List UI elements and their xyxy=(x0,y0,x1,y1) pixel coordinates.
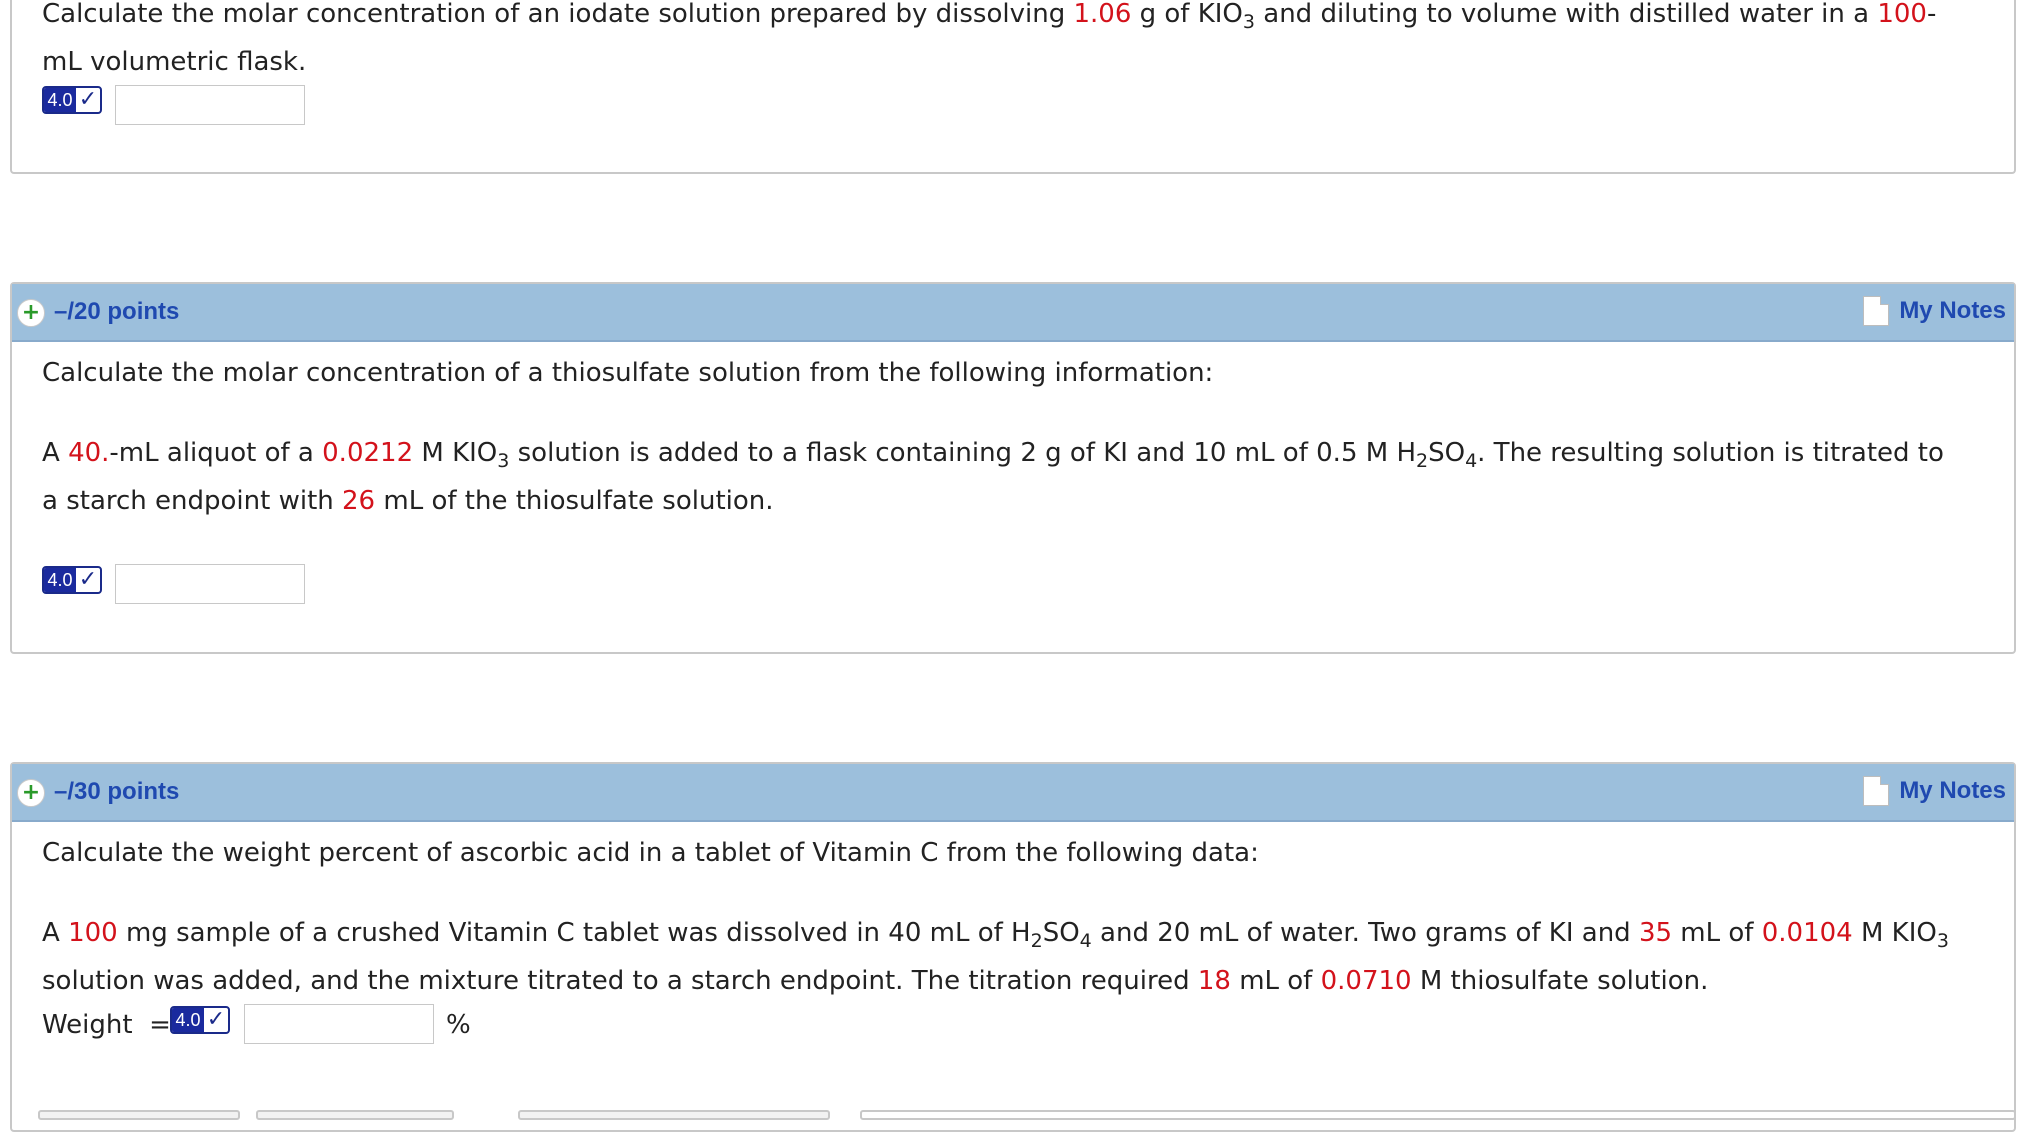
question-2-my-notes-button[interactable]: My Notes xyxy=(1863,296,2006,326)
text-run: -mL aliquot of a xyxy=(109,438,323,468)
highlighted-value: 0.0104 xyxy=(1761,918,1853,948)
text-run: mL of xyxy=(1672,918,1762,948)
footer-button-1[interactable] xyxy=(38,1110,240,1120)
question-2-header: + –/20 points My Notes xyxy=(12,284,2014,342)
check-badge-value: 4.0 xyxy=(172,1008,204,1032)
highlighted-value: 35 xyxy=(1638,918,1673,948)
text-run: SO xyxy=(1042,918,1080,948)
question-1-text-line2: mL volumetric flask. xyxy=(42,47,307,77)
subscript: 3 xyxy=(1936,930,1949,952)
highlighted-value: 100 xyxy=(1877,0,1927,29)
highlighted-value: 0.0212 xyxy=(322,438,414,468)
question-3-text-line1: A 100 mg sample of a crushed Vitamin C t… xyxy=(42,909,1949,957)
highlighted-value: 100 xyxy=(68,918,118,948)
footer-panel-edge xyxy=(860,1110,2016,1120)
checkmark-icon: ✓ xyxy=(78,567,98,592)
footer-button-2[interactable] xyxy=(256,1110,454,1120)
subscript: 4 xyxy=(1465,450,1478,472)
subscript: 3 xyxy=(497,450,510,472)
expand-plus-icon[interactable]: + xyxy=(17,779,45,807)
text-run: g of KIO xyxy=(1131,0,1243,29)
question-2-text-line1: A 40.-mL aliquot of a 0.0212 M KIO3 solu… xyxy=(42,429,1944,477)
check-badge-value: 4.0 xyxy=(44,88,76,112)
text-run: SO xyxy=(1428,438,1466,468)
footer-button-3[interactable] xyxy=(518,1110,830,1120)
question-3-answer-input[interactable] xyxy=(244,1004,434,1044)
question-1-text-line1: Calculate the molar concentration of an … xyxy=(42,0,1936,38)
question-2-text-line2: a starch endpoint with 26 mL of the thio… xyxy=(42,477,774,525)
text-run: . The resulting solution is titrated to xyxy=(1477,438,1944,468)
question-3-points: –/30 points xyxy=(54,778,180,805)
question-1-answer-input[interactable] xyxy=(115,85,305,125)
percent-unit: % xyxy=(446,1010,471,1040)
question-3-check-badge[interactable]: 4.0 ✓ xyxy=(170,1006,230,1034)
text-run: mL of the thiosulfate solution. xyxy=(375,486,774,516)
text-run: Calculate the molar concentration of an … xyxy=(42,0,1074,29)
text-run: A xyxy=(42,918,69,948)
note-icon xyxy=(1863,776,1890,806)
question-2-points: –/20 points xyxy=(54,298,180,325)
text-run: and diluting to volume with distilled wa… xyxy=(1255,0,1878,29)
text-run: - xyxy=(1926,0,1937,29)
highlighted-value: 40. xyxy=(68,438,110,468)
question-3-my-notes-button[interactable]: My Notes xyxy=(1863,776,2006,806)
question-3-header: + –/30 points My Notes xyxy=(12,764,2014,822)
note-icon xyxy=(1863,296,1890,326)
text-run: M KIO xyxy=(413,438,498,468)
my-notes-label: My Notes xyxy=(1899,777,2006,804)
subscript: 2 xyxy=(1416,450,1429,472)
question-2-check-badge[interactable]: 4.0 ✓ xyxy=(42,566,102,594)
highlighted-value: 1.06 xyxy=(1073,0,1132,29)
text-run: mL of xyxy=(1230,966,1321,996)
question-3-text-line2: solution was added, and the mixture titr… xyxy=(42,957,1708,1005)
text-run: M KIO xyxy=(1852,918,1937,948)
question-3-intro: Calculate the weight percent of ascorbic… xyxy=(42,838,1259,868)
highlighted-value: 18 xyxy=(1197,966,1231,996)
text-run: solution is added to a flask containing … xyxy=(509,438,1416,468)
highlighted-value: 26 xyxy=(342,486,376,516)
subscript: 3 xyxy=(1242,11,1255,33)
question-2-answer-input[interactable] xyxy=(115,564,305,604)
text-run: M thiosulfate solution. xyxy=(1411,966,1709,996)
subscript: 2 xyxy=(1030,930,1043,952)
highlighted-value: 0.0710 xyxy=(1320,966,1412,996)
checkmark-icon: ✓ xyxy=(206,1007,226,1032)
question-1-check-badge[interactable]: 4.0 ✓ xyxy=(42,86,102,114)
text-run: solution was added, and the mixture titr… xyxy=(42,966,1198,996)
text-run: a starch endpoint with xyxy=(42,486,343,516)
check-badge-value: 4.0 xyxy=(44,568,76,592)
checkmark-icon: ✓ xyxy=(78,87,98,112)
question-2-intro: Calculate the molar concentration of a t… xyxy=(42,358,1214,388)
subscript: 4 xyxy=(1079,930,1092,952)
my-notes-label: My Notes xyxy=(1899,297,2006,324)
text-run: mg sample of a crushed Vitamin C tablet … xyxy=(117,918,1031,948)
text-run: and 20 mL of water. Two grams of KI and xyxy=(1091,918,1639,948)
text-run: A xyxy=(42,438,69,468)
weight-label: Weight = xyxy=(42,1010,171,1040)
expand-plus-icon[interactable]: + xyxy=(17,299,45,327)
